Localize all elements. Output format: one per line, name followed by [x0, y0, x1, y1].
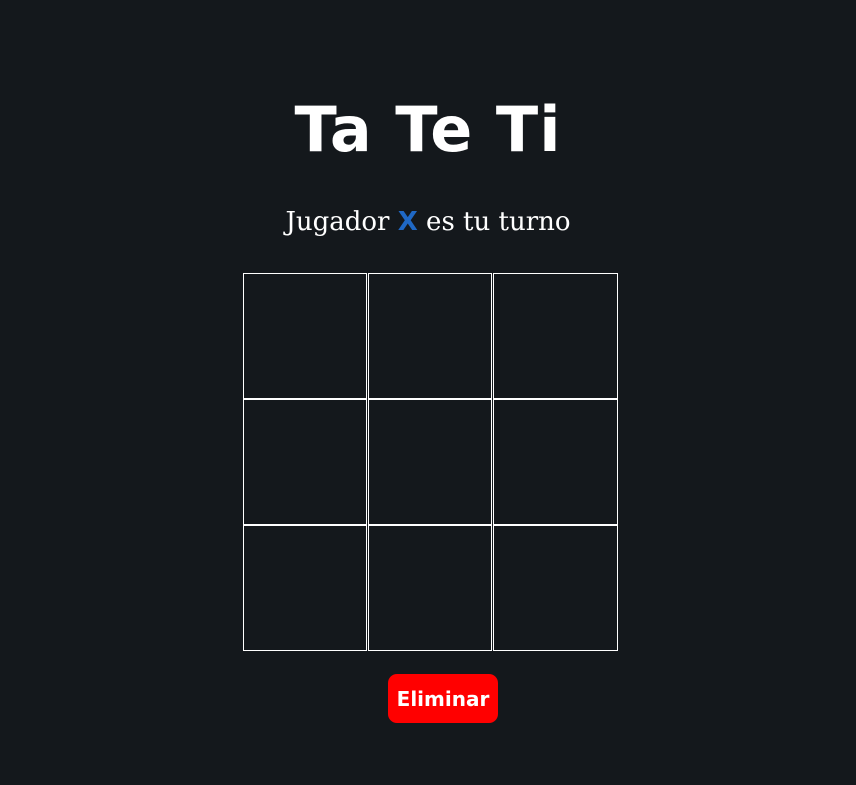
board-cell-8[interactable]	[368, 525, 492, 651]
board-cell-4[interactable]	[243, 399, 367, 525]
turn-status-suffix: es tu turno	[417, 207, 571, 237]
board-cell-9[interactable]	[493, 525, 618, 651]
board-cell-1[interactable]	[243, 273, 367, 399]
board-cell-3[interactable]	[493, 273, 618, 399]
board-cell-6[interactable]	[493, 399, 618, 525]
turn-status: Jugador X es tu turno	[0, 204, 856, 240]
page-title: Ta Te Ti	[294, 93, 562, 166]
turn-status-prefix: Jugador	[285, 207, 398, 237]
reset-button[interactable]: Eliminar	[388, 674, 498, 723]
current-player: X	[397, 207, 418, 237]
game-board	[243, 273, 618, 651]
board-cell-7[interactable]	[243, 525, 367, 651]
board-cell-5[interactable]	[368, 399, 492, 525]
board-cell-2[interactable]	[368, 273, 492, 399]
